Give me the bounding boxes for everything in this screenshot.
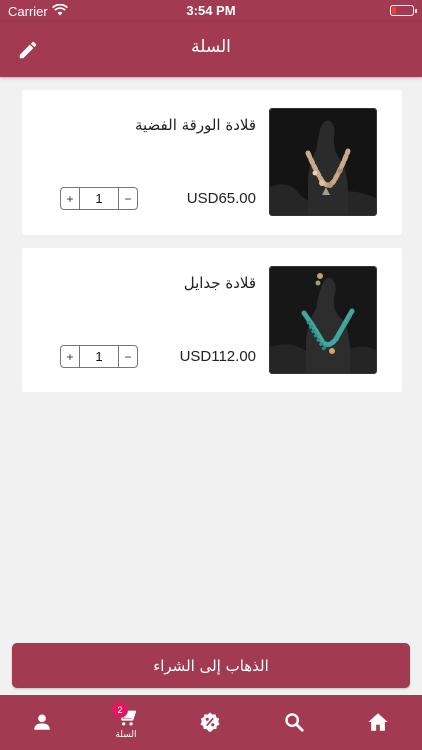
- cart-count-badge: 2: [112, 702, 128, 718]
- quantity-stepper: + 1 −: [60, 345, 138, 368]
- profile-icon: [34, 714, 50, 730]
- quantity-field[interactable]: 1: [80, 349, 118, 364]
- quantity-stepper: + 1 −: [60, 187, 138, 210]
- product-price: USD112.00: [179, 348, 256, 365]
- nav-bar: السلة: [0, 22, 422, 77]
- tab-cart[interactable]: 2 السلة: [84, 695, 168, 750]
- offers-icon: [200, 712, 220, 732]
- product-price: USD65.00: [186, 190, 256, 207]
- tab-bar: 2 السلة: [0, 695, 422, 750]
- product-name: قلادة الورقة الفضية: [134, 116, 256, 134]
- increase-quantity-button[interactable]: +: [61, 188, 80, 209]
- decrease-quantity-button[interactable]: −: [118, 188, 137, 209]
- tab-search[interactable]: [252, 695, 336, 750]
- tab-offers[interactable]: [168, 695, 252, 750]
- home-icon: [368, 713, 388, 731]
- product-image[interactable]: [269, 266, 377, 374]
- product-name: قلادة جدايل: [183, 274, 256, 292]
- tab-cart-label: السلة: [115, 730, 137, 740]
- status-bar: Carrier 3:54 PM: [0, 0, 422, 22]
- increase-quantity-button[interactable]: +: [61, 346, 80, 367]
- quantity-field[interactable]: 1: [80, 191, 118, 206]
- page-title: السلة: [191, 37, 231, 57]
- cart-item: قلادة الورقة الفضية USD65.00 + 1 −: [22, 90, 402, 235]
- clock: 3:54 PM: [186, 3, 236, 18]
- product-image[interactable]: [269, 108, 377, 216]
- cart-item: قلادة جدايل USD112.00 + 1 −: [22, 248, 402, 392]
- battery-icon: [390, 5, 417, 16]
- checkout-button[interactable]: الذهاب إلى الشراء: [12, 643, 410, 688]
- search-icon: [285, 713, 304, 732]
- decrease-quantity-button[interactable]: −: [118, 346, 137, 367]
- tab-profile[interactable]: [0, 695, 84, 750]
- tab-home[interactable]: [336, 695, 420, 750]
